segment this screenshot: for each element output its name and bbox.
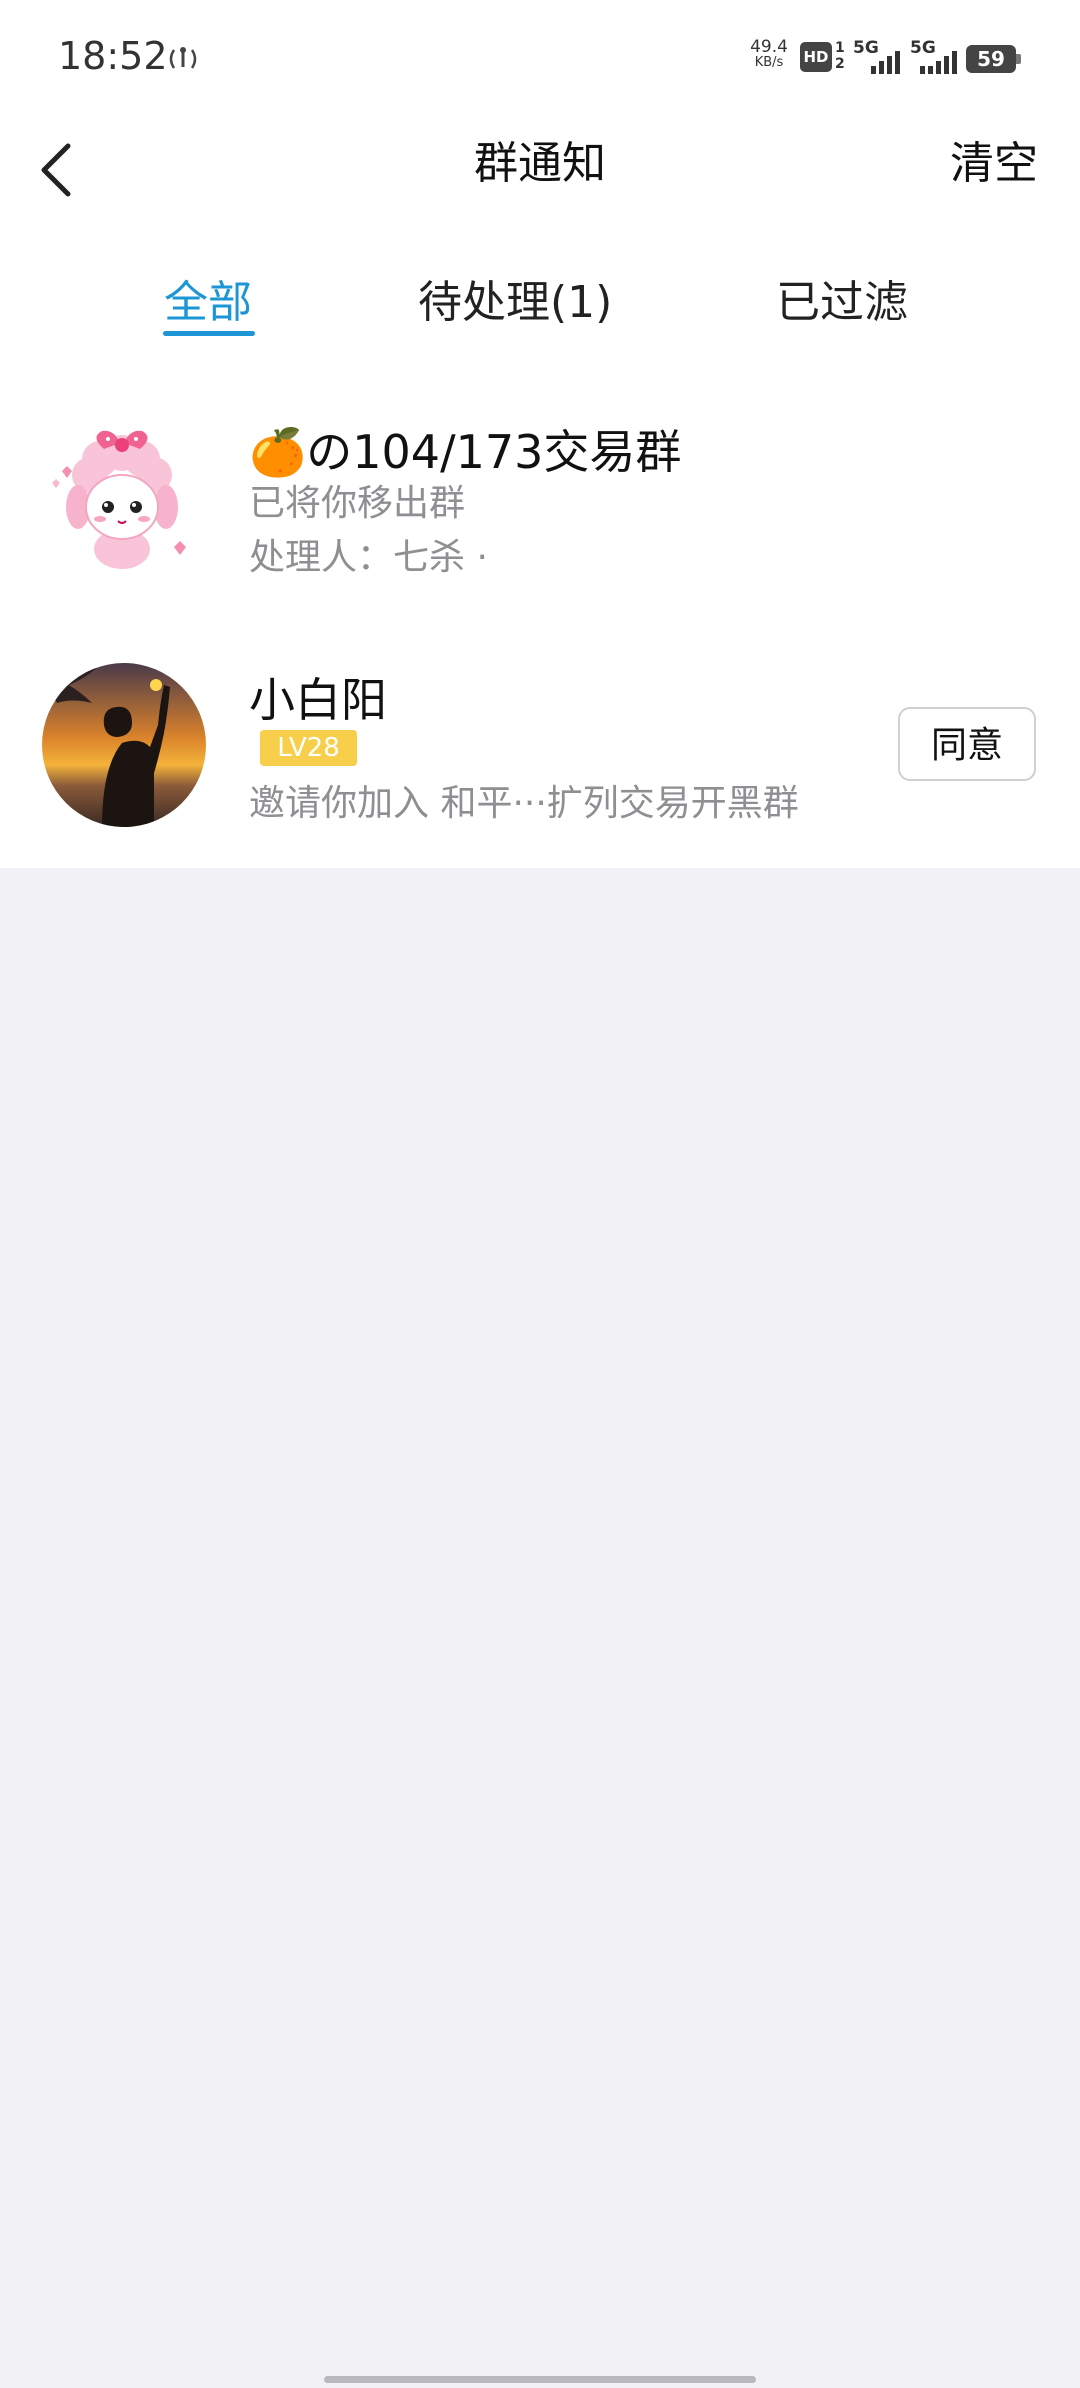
tab-bar: 全部 待处理(1) 已过滤 — [0, 250, 1080, 350]
page-title: 群通知 — [474, 138, 606, 189]
signal-bars-icon — [871, 51, 900, 74]
agree-button[interactable]: 同意 — [898, 707, 1036, 781]
notification-title: 🍊の104/173交易群 — [249, 425, 682, 479]
signal-bars-icon — [920, 51, 957, 74]
hotspot-icon — [169, 47, 197, 69]
level-badge: LV28 — [260, 730, 357, 766]
notification-handler: 处理人：七杀 · — [249, 537, 488, 578]
battery-level: 59 — [977, 47, 1005, 71]
nav-header: 群通知 清空 — [0, 110, 1080, 240]
notification-message: 已将你移出群 — [249, 483, 466, 524]
battery-icon: 59 — [966, 45, 1021, 73]
sunset-avatar-icon — [42, 663, 206, 827]
invitation-message: 邀请你加入 和平···扩列交易开黑群 — [249, 783, 799, 824]
tab-pending[interactable]: 待处理(1) — [418, 266, 612, 330]
back-arrow-icon[interactable] — [32, 124, 92, 204]
net-speed-unit: KB/s — [754, 55, 784, 70]
clear-button[interactable]: 清空 — [950, 127, 1038, 191]
net-speed-value: 49.4 — [750, 37, 788, 57]
active-tab-indicator — [163, 331, 255, 336]
sim-top: 1 — [835, 40, 845, 56]
content-panel: 18:52 49.4 KB/s HD 1 2 5G 5G 59 群通知 清空 全… — [0, 0, 1080, 868]
hd-icon: HD — [800, 42, 832, 72]
status-time: 18:52 — [58, 34, 168, 78]
net-speed: 49.4 KB/s — [748, 37, 790, 71]
user-avatar[interactable] — [42, 663, 206, 827]
battery-tip — [1016, 54, 1021, 64]
sim-slots: 1 2 — [835, 40, 845, 72]
notification-item[interactable]: 小白阳 LV28 邀请你加入 和平···扩列交易开黑群 同意 — [0, 650, 1080, 840]
group-avatar[interactable] — [42, 415, 206, 579]
signal-2: 5G — [910, 38, 966, 74]
status-bar: 18:52 49.4 KB/s HD 1 2 5G 5G 59 — [0, 0, 1080, 110]
sheep-avatar-icon — [52, 430, 186, 569]
sim-bottom: 2 — [835, 56, 845, 72]
notification-item[interactable]: 🍊の104/173交易群 已将你移出群 处理人：七杀 · — [0, 400, 1080, 590]
home-indicator[interactable] — [324, 2376, 756, 2383]
inviter-name: 小白阳 — [249, 673, 387, 727]
signal-1: 5G — [853, 38, 909, 74]
tab-all[interactable]: 全部 — [164, 266, 252, 330]
tab-filtered[interactable]: 已过滤 — [776, 266, 908, 330]
